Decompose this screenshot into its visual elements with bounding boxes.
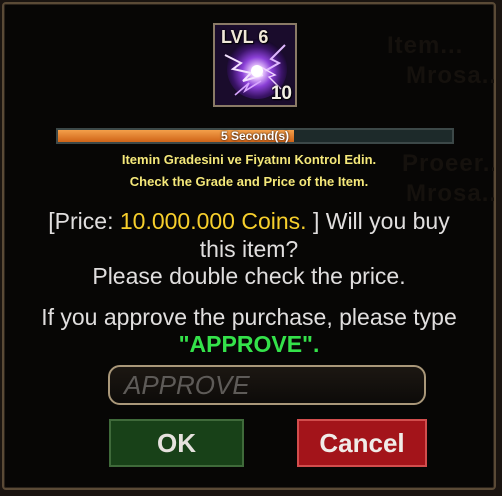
- timer-label: 5 Second(s): [220, 129, 289, 143]
- item-level: LVL 6: [221, 27, 269, 47]
- question-line: this item?: [199, 236, 299, 262]
- notice-line-en: Check the Grade and Price of the Item.: [129, 174, 369, 189]
- approve-word: "APPROVE".: [178, 331, 320, 357]
- approve-instruction: If you approve the purchase, please type: [41, 304, 457, 330]
- approve-input-placeholder: APPROVE: [124, 370, 250, 400]
- price-value: 10.000.000 Coins.: [119, 208, 307, 234]
- double-check-line: Please double check the price.: [92, 263, 406, 289]
- background-text: Item...: [387, 32, 464, 59]
- purchase-confirm-dialog: Item... Mrosa... Proeer... Mrosa... LVL …: [2, 2, 496, 490]
- item-count: 10: [270, 83, 292, 104]
- item-slot[interactable]: LVL 6 10: [213, 23, 297, 107]
- cancel-button[interactable]: Cancel: [297, 419, 427, 467]
- notice-line-tr: Itemin Gradesini ve Fiyatını Kontrol Edi…: [121, 152, 377, 167]
- timer-progress-bar: 5 Second(s): [56, 128, 454, 144]
- background-text: Mrosa...: [406, 62, 496, 89]
- price-suffix: ] Will you buy: [306, 208, 450, 234]
- ok-button[interactable]: OK: [109, 419, 244, 467]
- approve-input[interactable]: APPROVE: [108, 365, 426, 405]
- price-line: [Price: 10.000.000 Coins. ] Will you buy: [4, 208, 494, 235]
- price-prefix: [Price:: [48, 208, 120, 234]
